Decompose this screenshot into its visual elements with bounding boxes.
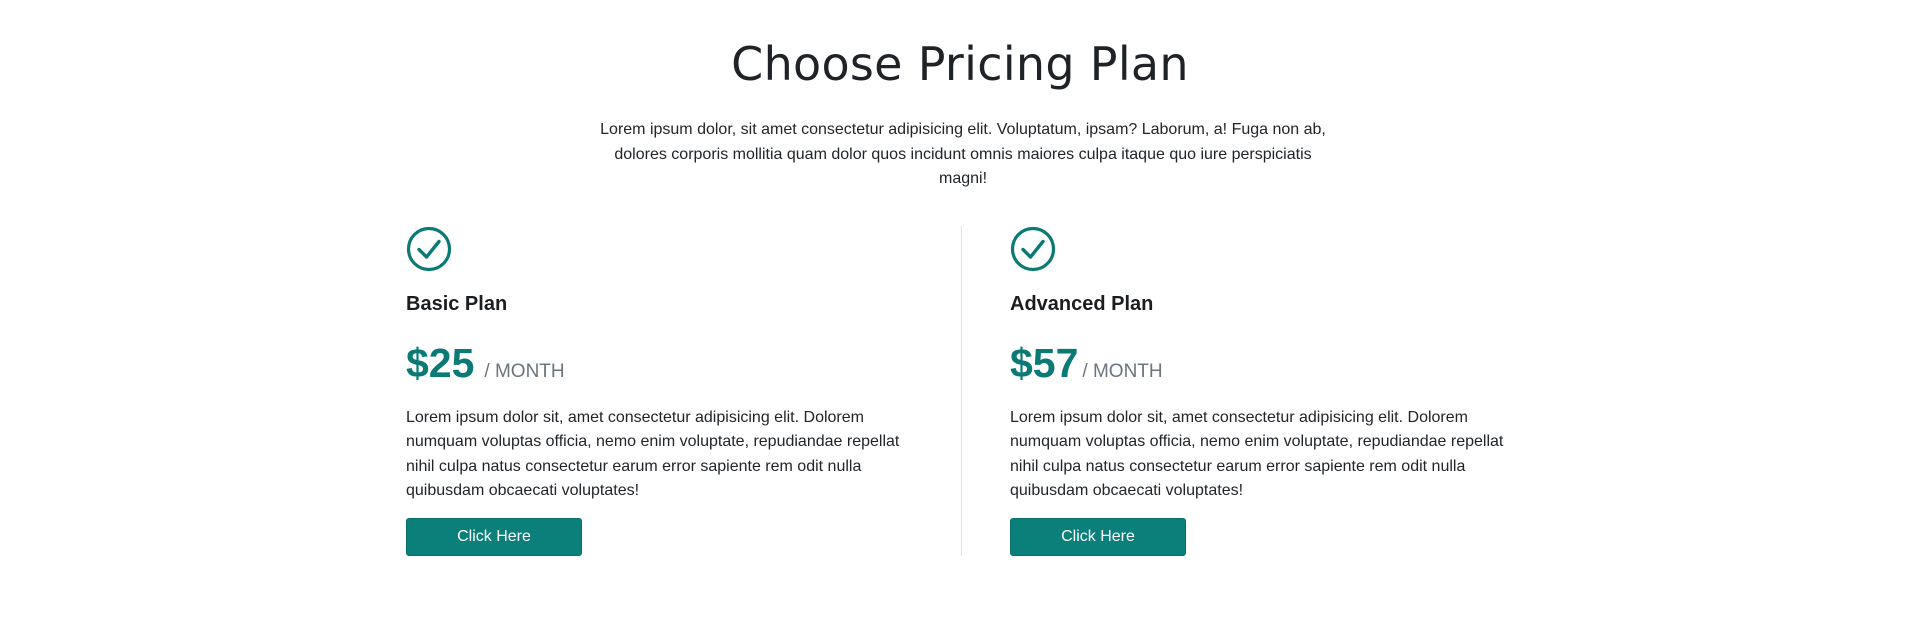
pricing-section: Choose Pricing Plan Lorem ipsum dolor, s… — [0, 0, 1920, 618]
plan-card-basic: Basic Plan $25 / MONTH Lorem ipsum dolor … — [406, 226, 916, 556]
plan-name: Basic Plan — [406, 293, 508, 315]
plan-divider — [961, 226, 962, 556]
check-circle-icon — [1010, 226, 1056, 272]
check-circle-icon — [406, 226, 452, 272]
advanced-plan-button[interactable]: Click Here — [1010, 518, 1186, 556]
plan-description: Lorem ipsum dolor sit, amet consectetur … — [1010, 409, 1504, 499]
plan-price: $57 — [1010, 340, 1079, 386]
intro-text: Lorem ipsum dolor, sit amet consectetur … — [600, 121, 1326, 187]
plan-description: Lorem ipsum dolor sit, amet consectetur … — [406, 409, 900, 499]
plan-period: / MONTH — [1082, 361, 1163, 382]
plan-price: $25 — [406, 340, 475, 386]
page-title: Choose Pricing Plan — [731, 37, 1189, 91]
price-row: $57/ MONTH — [1010, 338, 1163, 388]
plan-card-advanced: Advanced Plan $57/ MONTH Lorem ipsum dol… — [1010, 226, 1520, 556]
basic-plan-button[interactable]: Click Here — [406, 518, 582, 556]
price-row: $25 / MONTH — [406, 338, 565, 388]
plan-period: / MONTH — [484, 361, 565, 382]
plan-name: Advanced Plan — [1010, 293, 1154, 315]
